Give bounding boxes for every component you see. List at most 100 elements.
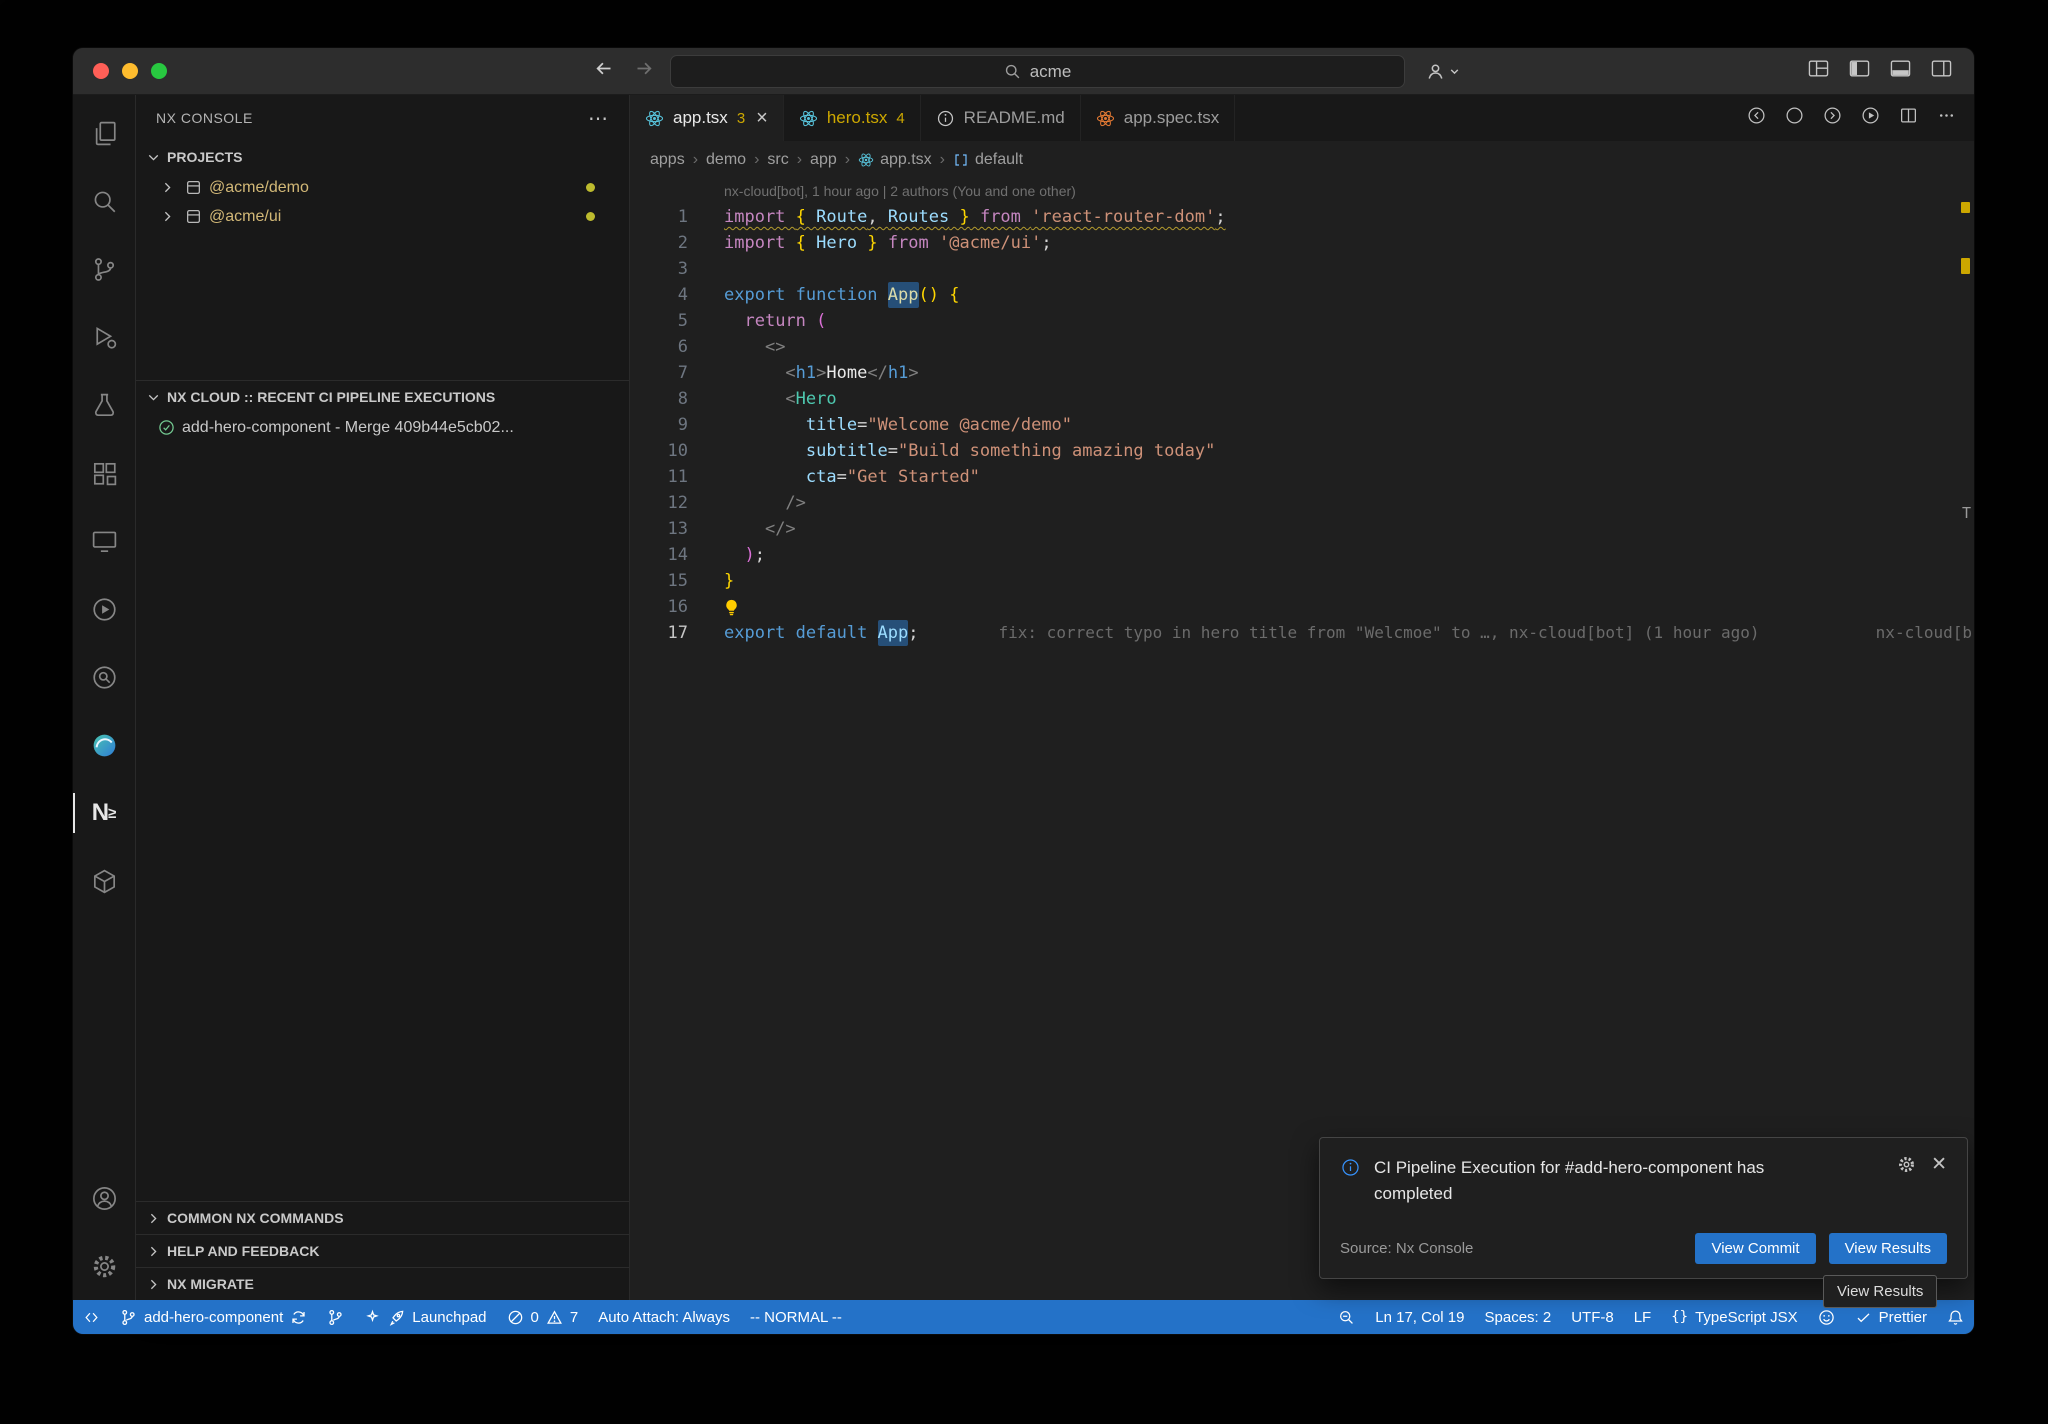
package-icon[interactable] xyxy=(73,847,135,915)
code-lines: 1import { Route, Routes } from 'react-ro… xyxy=(630,204,1974,646)
edge-devtools-icon[interactable] xyxy=(73,711,135,779)
code-line[interactable]: 10 subtitle="Build something amazing tod… xyxy=(630,438,1974,464)
editor-scrollbar[interactable]: T xyxy=(1956,178,1974,1300)
warning-ruler-mark xyxy=(1961,202,1970,213)
navigate-forward-circle-icon[interactable] xyxy=(1823,106,1842,130)
code-line[interactable]: 16 xyxy=(630,594,1974,620)
notification-close-icon[interactable]: ✕ xyxy=(1931,1155,1947,1174)
source-control-icon[interactable] xyxy=(73,235,135,303)
code-line[interactable]: 6 <> xyxy=(630,334,1974,360)
problems-badge: 4 xyxy=(896,110,904,127)
close-tab-icon[interactable]: × xyxy=(756,108,768,128)
breadcrumb-item[interactable]: default xyxy=(953,151,1023,169)
zoom-window-button[interactable] xyxy=(151,63,167,79)
split-editor-icon[interactable] xyxy=(1899,106,1918,130)
branch-item[interactable]: add-hero-component xyxy=(110,1300,317,1334)
tab-app.tsx[interactable]: app.tsx3× xyxy=(630,95,784,141)
view-results-button[interactable]: View Results xyxy=(1829,1233,1947,1264)
play-circle-icon[interactable] xyxy=(73,575,135,643)
run-file-icon[interactable] xyxy=(1861,106,1880,130)
symbol-icon xyxy=(953,152,969,168)
language-item[interactable]: {}TypeScript JSX xyxy=(1661,1300,1807,1334)
nx-cloud-section-header[interactable]: NX CLOUD :: RECENT CI PIPELINE EXECUTION… xyxy=(136,381,629,413)
breadcrumb-item[interactable]: app xyxy=(810,151,837,169)
breadcrumb-item[interactable]: demo xyxy=(706,151,746,169)
ruler-letter: T xyxy=(1962,500,1971,526)
code-line[interactable]: 17export default App;fix: correct typo i… xyxy=(630,620,1974,646)
code-line[interactable]: 8 <Hero xyxy=(630,386,1974,412)
vim-mode-item[interactable]: -- NORMAL -- xyxy=(740,1300,852,1334)
code-line[interactable]: 3 xyxy=(630,256,1974,282)
code-line[interactable]: 11 cta="Get Started" xyxy=(630,464,1974,490)
code-line[interactable]: 13 </> xyxy=(630,516,1974,542)
code-line[interactable]: 12 /> xyxy=(630,490,1974,516)
nx-cloud-pane: NX CLOUD :: RECENT CI PIPELINE EXECUTION… xyxy=(136,380,629,1201)
encoding-item[interactable]: UTF-8 xyxy=(1561,1300,1624,1334)
editor[interactable]: nx-cloud[bot], 1 hour ago | 2 authors (Y… xyxy=(630,178,1974,1300)
toggle-primary-sidebar-icon[interactable] xyxy=(1849,60,1870,82)
code-line[interactable]: 5 return ( xyxy=(630,308,1974,334)
cursor-position-item[interactable]: Ln 17, Col 19 xyxy=(1365,1300,1474,1334)
code-line[interactable]: 1import { Route, Routes } from 'react-ro… xyxy=(630,204,1974,230)
code-line[interactable]: 7 <h1>Home</h1> xyxy=(630,360,1974,386)
editor-actions xyxy=(1747,95,1974,141)
editor-more-actions-icon[interactable] xyxy=(1937,106,1956,130)
remote-explorer-icon[interactable] xyxy=(73,507,135,575)
nav-forward-icon[interactable] xyxy=(634,58,655,84)
toggle-secondary-sidebar-icon[interactable] xyxy=(1931,60,1952,82)
section-header[interactable]: NX MIGRATE xyxy=(136,1267,629,1300)
breadcrumb-item[interactable]: app.tsx xyxy=(858,151,932,169)
nav-back-icon[interactable] xyxy=(593,58,614,84)
breadcrumb-item[interactable]: apps xyxy=(650,151,685,169)
account-icon[interactable] xyxy=(73,1164,135,1232)
toggle-panel-icon[interactable] xyxy=(1890,60,1911,82)
tab-hero.tsx[interactable]: hero.tsx4 xyxy=(784,95,921,141)
project-item[interactable]: @acme/ui xyxy=(136,202,629,231)
launchpad-item[interactable]: Launchpad xyxy=(354,1300,496,1334)
pipeline-item[interactable]: add-hero-component - Merge 409b44e5cb02.… xyxy=(136,413,629,442)
search-icon xyxy=(1004,63,1021,80)
view-commit-button[interactable]: View Commit xyxy=(1695,1233,1815,1264)
code-line[interactable]: 9 title="Welcome @acme/demo" xyxy=(630,412,1974,438)
tabs: app.tsx3×hero.tsx4README.mdapp.spec.tsx xyxy=(630,95,1235,141)
git-branch-icon xyxy=(120,1309,137,1326)
run-debug-icon[interactable] xyxy=(73,303,135,371)
notifications-bell-icon[interactable] xyxy=(1937,1300,1974,1334)
settings-gear-icon[interactable] xyxy=(73,1232,135,1300)
code-line[interactable]: 2import { Hero } from '@acme/ui'; xyxy=(630,230,1974,256)
profile-icon[interactable] xyxy=(1425,48,1460,94)
section-header[interactable]: COMMON NX COMMANDS xyxy=(136,1201,629,1234)
customize-layout-icon[interactable] xyxy=(1808,60,1829,82)
code-line[interactable]: 4export function App() { xyxy=(630,282,1974,308)
eol-item[interactable]: LF xyxy=(1624,1300,1662,1334)
remote-indicator[interactable] xyxy=(73,1300,110,1334)
minimize-window-button[interactable] xyxy=(122,63,138,79)
problems-item[interactable]: 0 7 xyxy=(497,1300,589,1334)
auto-attach-item[interactable]: Auto Attach: Always xyxy=(588,1300,740,1334)
breadcrumb-item[interactable]: src xyxy=(767,151,788,169)
explorer-icon[interactable] xyxy=(73,99,135,167)
tab-README.md[interactable]: README.md xyxy=(921,95,1081,141)
line-number: 9 xyxy=(630,412,688,438)
command-center[interactable]: acme xyxy=(670,55,1405,88)
circle-outline-icon[interactable] xyxy=(1785,106,1804,130)
projects-section-header[interactable]: PROJECTS xyxy=(136,141,629,173)
zoom-indicator[interactable] xyxy=(1328,1300,1365,1334)
search-icon[interactable] xyxy=(73,167,135,235)
line-number: 14 xyxy=(630,542,688,568)
notification-settings-icon[interactable] xyxy=(1897,1155,1916,1179)
navigate-back-circle-icon[interactable] xyxy=(1747,106,1766,130)
code-line[interactable]: 14 ); xyxy=(630,542,1974,568)
code-line[interactable]: 15} xyxy=(630,568,1974,594)
testing-icon[interactable] xyxy=(73,371,135,439)
git-compare-item[interactable] xyxy=(317,1300,354,1334)
project-item[interactable]: @acme/demo xyxy=(136,173,629,202)
sidebar-more-actions-icon[interactable]: ⋯ xyxy=(588,106,609,131)
nx-console-icon[interactable]: N≥ xyxy=(73,779,135,847)
section-header[interactable]: HELP AND FEEDBACK xyxy=(136,1234,629,1267)
indentation-item[interactable]: Spaces: 2 xyxy=(1475,1300,1562,1334)
close-window-button[interactable] xyxy=(93,63,109,79)
search-circle-icon[interactable] xyxy=(73,643,135,711)
extensions-icon[interactable] xyxy=(73,439,135,507)
tab-app.spec.tsx[interactable]: app.spec.tsx xyxy=(1081,95,1235,141)
